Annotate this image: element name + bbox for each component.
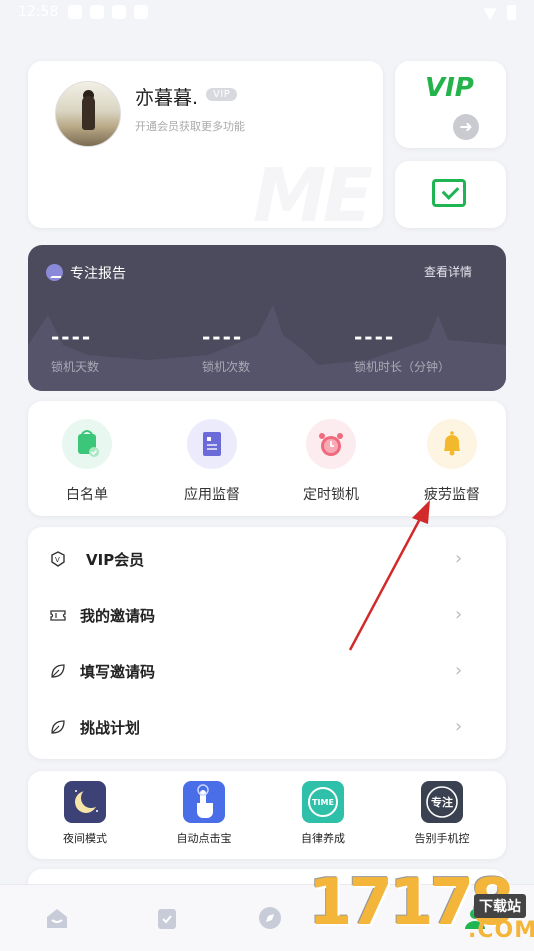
goodbye-phone-icon: 专注 (421, 781, 463, 823)
notification-icon (90, 5, 104, 19)
annotation-arrow (348, 500, 430, 651)
message-card[interactable] (395, 161, 506, 228)
stat-lock-days-value: ---- (51, 325, 93, 349)
username: 亦暮暮. (135, 87, 199, 109)
notification-icon (112, 5, 126, 19)
mail-icon (432, 179, 466, 207)
vip-logo: VIP (425, 73, 474, 103)
watermark-domain: .COM (468, 918, 534, 943)
chevron-right-icon: › (455, 604, 463, 625)
stat-lock-count-label: 锁机次数 (202, 360, 251, 374)
svg-text:V: V (55, 556, 60, 564)
status-system-icons (483, 5, 516, 20)
notification-icon (134, 5, 148, 19)
menu-item-label: 填写邀请码 (80, 663, 156, 681)
stat-lock-days-label: 锁机天数 (51, 360, 100, 374)
status-notification-icons (68, 5, 148, 19)
feature-label: 白名单 (66, 487, 108, 503)
chevron-right-icon: › (455, 548, 463, 569)
view-details-link[interactable]: 查看详情 (424, 263, 472, 280)
avatar[interactable] (55, 81, 121, 147)
tool-label: 夜间模式 (63, 832, 107, 845)
tool-night-mode[interactable]: 夜间模式 (30, 781, 140, 846)
vip-badge: VIP (206, 88, 238, 101)
tools-grid: 夜间模式 自动点击宝 TIME 自律养成 专注 告别手机控 (28, 771, 506, 859)
status-bar: 12:58 (0, 0, 534, 28)
svg-text:专注: 专注 (431, 795, 453, 809)
time-badge-icon: TIME (302, 781, 344, 823)
leaf-icon (51, 720, 65, 734)
notification-icon (68, 5, 82, 19)
feature-app-monitor[interactable]: 应用监督 (162, 419, 262, 504)
whitelist-bag-icon (62, 419, 112, 469)
menu-item-label: VIP会员 (86, 551, 145, 569)
tool-label: 自律养成 (301, 832, 345, 845)
chevron-right-icon: › (455, 716, 463, 737)
bell-icon (427, 419, 477, 469)
battery-icon (507, 5, 516, 20)
profile-watermark: ME (253, 153, 373, 228)
chevron-right-icon: › (455, 660, 463, 681)
menu-item-challenge-plan[interactable]: 挑战计划 › (28, 700, 506, 756)
profile-card[interactable]: ME 亦暮暮. VIP 开通会员获取更多功能 (28, 61, 383, 228)
svg-text:TIME: TIME (312, 798, 334, 807)
tool-auto-clicker[interactable]: 自动点击宝 (149, 781, 259, 846)
report-chart-icon (46, 264, 63, 281)
vip-entry-card[interactable]: VIP ➜ (395, 61, 506, 148)
wifi-icon (483, 8, 497, 20)
moon-icon (64, 781, 106, 823)
status-time: 12:58 (18, 4, 59, 20)
tool-label: 告别手机控 (414, 832, 470, 845)
tool-self-discipline[interactable]: TIME 自律养成 (268, 781, 378, 846)
stat-lock-duration-value: ---- (354, 325, 396, 349)
menu-item-label: 我的邀请码 (80, 607, 156, 625)
leaf-icon (51, 664, 65, 678)
vip-shield-icon: V (51, 551, 65, 567)
ticket-icon (50, 610, 66, 621)
compass-icon[interactable] (257, 905, 283, 931)
tool-goodbye-phone[interactable]: 专注 告别手机控 (387, 781, 497, 846)
arrow-right-icon[interactable]: ➜ (453, 114, 479, 140)
tool-label: 自动点击宝 (176, 832, 232, 845)
feature-whitelist[interactable]: 白名单 (37, 419, 137, 504)
home-icon[interactable] (44, 905, 70, 931)
site-watermark: 17178 下载站 .COM (308, 862, 534, 950)
mountain-decoration (28, 305, 506, 391)
menu-item-label: 挑战计划 (80, 719, 141, 737)
stat-lock-duration-label: 锁机时长（分钟） (354, 360, 451, 374)
profile-subtitle: 开通会员获取更多功能 (135, 120, 245, 133)
clipboard-icon[interactable] (154, 905, 180, 931)
watermark-badge: 下载站 (474, 894, 526, 918)
focus-report-card[interactable]: 专注报告 查看详情 ---- 锁机天数 ---- 锁机次数 ---- 锁机时长（… (28, 245, 506, 391)
feature-label: 应用监督 (184, 487, 240, 503)
report-title: 专注报告 (70, 266, 126, 282)
tap-hand-icon (183, 781, 225, 823)
alarm-clock-icon (306, 419, 356, 469)
app-monitor-icon (187, 419, 237, 469)
stat-lock-count-value: ---- (202, 325, 244, 349)
